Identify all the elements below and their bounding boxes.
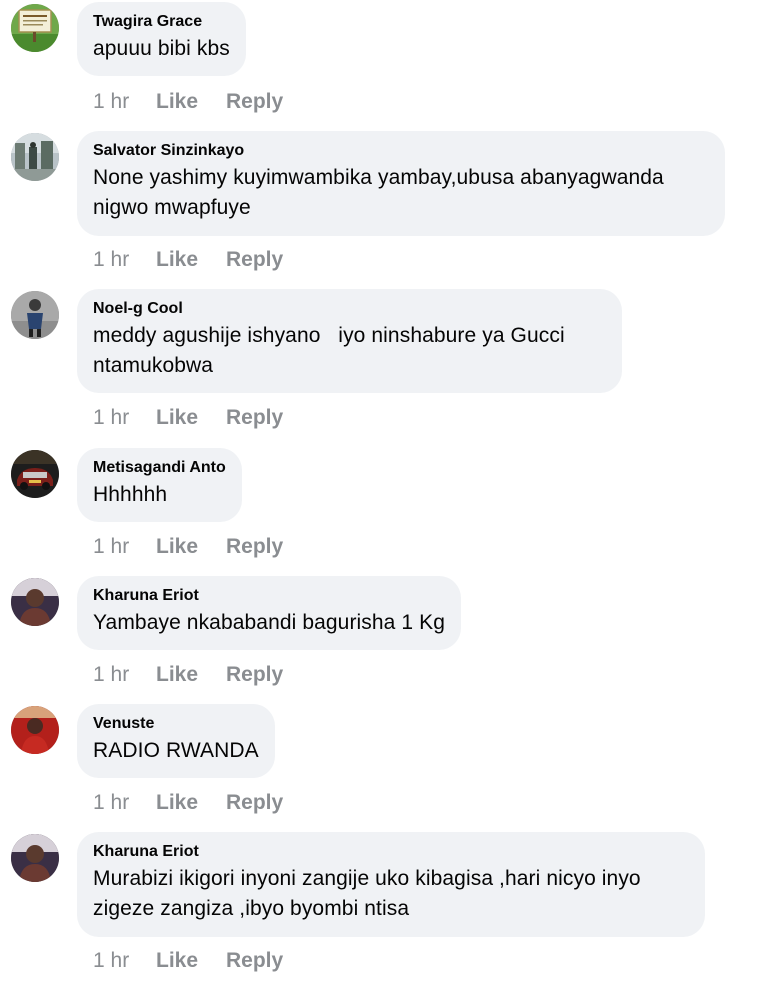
comment-author[interactable]: Venuste [93,714,259,734]
avatar-street-photo [11,133,59,181]
like-button[interactable]: Like [156,948,198,974]
avatar-man-photo [11,578,59,626]
reply-button[interactable]: Reply [226,89,283,115]
comment-text: Murabizi ikigori inyoni zangije uko kiba… [93,867,647,920]
comment-timestamp[interactable]: 1 hr [93,534,129,560]
comment-bubble: Kharuna Eriot Yambaye nkababandi baguris… [77,576,461,650]
avatar[interactable] [11,706,59,754]
comment-timestamp[interactable]: 1 hr [93,948,129,974]
comment-author[interactable]: Kharuna Eriot [93,586,445,606]
comment-bubble: Kharuna Eriot Murabizi ikigori inyoni za… [77,832,705,937]
avatar-person-photo [11,291,59,339]
like-button[interactable]: Like [156,405,198,431]
avatar[interactable] [11,291,59,339]
comment-author[interactable]: Twagira Grace [93,12,230,32]
reply-button[interactable]: Reply [226,662,283,688]
comment-text: meddy agushije ishyano iyo ninshabure ya… [93,324,571,377]
reply-button[interactable]: Reply [226,405,283,431]
comment-text: None yashimy kuyimwambika yambay,ubusa a… [93,166,670,219]
avatar-man-photo [11,834,59,882]
comment-author[interactable]: Salvator Sinzinkayo [93,141,709,161]
comment-bubble: Venuste RADIO RWANDA [77,704,275,778]
comment-text: apuuu bibi kbs [93,37,230,60]
comment-bubble: Twagira Grace apuuu bibi kbs [77,2,246,76]
like-button[interactable]: Like [156,790,198,816]
like-button[interactable]: Like [156,89,198,115]
comment-text: RADIO RWANDA [93,739,259,762]
avatar[interactable] [11,578,59,626]
comment-timestamp[interactable]: 1 hr [93,247,129,273]
reply-button[interactable]: Reply [226,948,283,974]
comment-bubble: Noel-g Cool meddy agushije ishyano iyo n… [77,289,622,393]
avatar-red-photo [11,706,59,754]
comment-author[interactable]: Kharuna Eriot [93,842,689,862]
comment-author[interactable]: Metisagandi Anto [93,458,226,478]
comment-timestamp[interactable]: 1 hr [93,790,129,816]
avatar[interactable] [11,4,59,52]
comment-timestamp[interactable]: 1 hr [93,89,129,115]
comment-bubble: Salvator Sinzinkayo None yashimy kuyimwa… [77,131,725,236]
comment-author[interactable]: Noel-g Cool [93,299,606,319]
like-button[interactable]: Like [156,247,198,273]
like-button[interactable]: Like [156,662,198,688]
reply-button[interactable]: Reply [226,534,283,560]
reply-button[interactable]: Reply [226,790,283,816]
avatar-car-photo [11,450,59,498]
avatar[interactable] [11,450,59,498]
avatar-sign-photo [11,4,59,52]
like-button[interactable]: Like [156,534,198,560]
comment-text: Hhhhhh [93,483,168,506]
comment-timestamp[interactable]: 1 hr [93,662,129,688]
avatar[interactable] [11,133,59,181]
comment-text: Yambaye nkababandi bagurisha 1 Kg [93,611,445,634]
comment-bubble: Metisagandi Anto Hhhhhh [77,448,242,522]
comment-timestamp[interactable]: 1 hr [93,405,129,431]
reply-button[interactable]: Reply [226,247,283,273]
avatar[interactable] [11,834,59,882]
